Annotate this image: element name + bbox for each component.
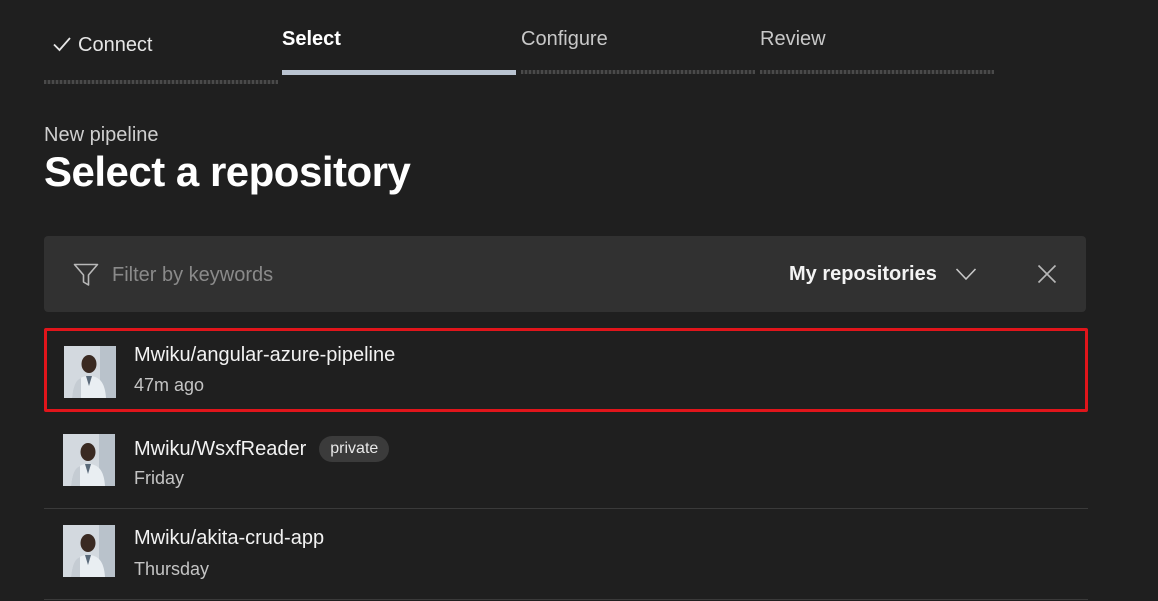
page-subtitle: New pipeline [44,124,159,146]
repository-scope-dropdown[interactable]: My repositories [789,258,977,290]
repository-scope-label: My repositories [789,262,937,285]
step-configure-underline [521,70,755,74]
chevron-down-icon [955,268,976,281]
repository-updated-time: 47m ago [134,375,205,395]
repository-name: Mwiku/angular-azure-pipeline [134,344,396,366]
user-avatar-icon [63,434,115,486]
repository-item[interactable]: Mwiku/akita-crud-app Thursday [44,509,1088,600]
step-select-underline [282,70,516,75]
user-avatar-icon [63,525,115,577]
step-connect[interactable]: Connect [44,0,278,90]
repository-item[interactable]: Mwiku/angular-azure-pipeline 47m ago [44,328,1088,412]
pipeline-stepper: Connect Select Configure Review [44,0,994,90]
private-badge: private [319,436,390,462]
user-avatar-icon [64,346,116,398]
filter-keywords-input[interactable] [110,258,614,292]
step-configure-label: Configure [521,28,608,50]
close-icon[interactable] [1037,264,1057,284]
step-connect-text: Connect [78,34,153,56]
filter-bar: My repositories [44,236,1086,312]
step-connect-underline [44,80,278,84]
step-review-label: Review [760,28,826,50]
page-title: Select a repository [44,148,411,195]
avatar [64,346,116,398]
repository-updated-time: Friday [134,468,185,488]
step-select-label: Select [282,28,341,50]
step-select[interactable]: Select [282,0,516,90]
repository-name: Mwiku/WsxfReader [134,438,307,460]
checkmark-icon [53,37,71,52]
repository-list: Mwiku/angular-azure-pipeline 47m ago Mwi… [44,328,1088,600]
avatar [63,525,115,577]
repository-updated-time: Thursday [134,559,210,579]
step-review-underline [760,70,994,74]
filter-icon [73,263,99,286]
step-configure[interactable]: Configure [521,0,755,90]
step-connect-label: Connect [52,34,153,57]
repository-name-row: Mwiku/WsxfReader private [134,436,390,462]
step-review[interactable]: Review [760,0,994,90]
repository-name: Mwiku/akita-crud-app [134,527,325,549]
avatar [63,434,115,486]
repository-item[interactable]: Mwiku/WsxfReader private Friday [44,418,1088,509]
